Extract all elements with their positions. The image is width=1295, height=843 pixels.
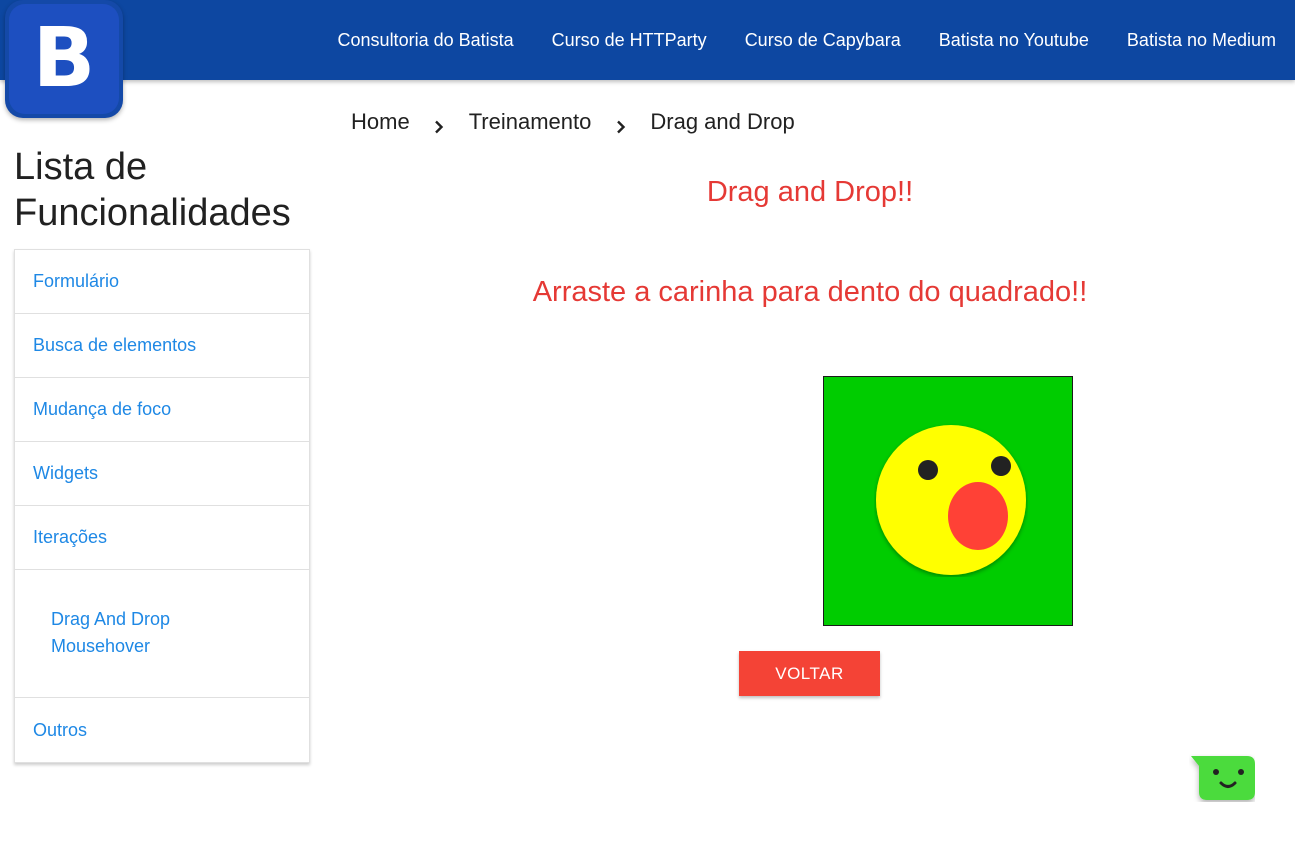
back-button[interactable]: VOLTAR bbox=[739, 651, 880, 696]
sidebar-item-formulario[interactable]: Formulário bbox=[15, 250, 309, 314]
sidebar-item-busca-elementos[interactable]: Busca de elementos bbox=[15, 314, 309, 378]
feature-list: Formulário Busca de elementos Mudança de… bbox=[14, 249, 310, 763]
page-title: Drag and Drop!! bbox=[706, 176, 914, 208]
nav-link-medium[interactable]: Batista no Medium bbox=[1108, 30, 1295, 51]
sidebar-item-iteracoes[interactable]: Iterações bbox=[15, 506, 309, 570]
chat-bot-icon bbox=[1191, 756, 1255, 800]
sidebar-subitem-mousehover[interactable]: Mousehover bbox=[51, 633, 309, 660]
top-navbar: Consultoria do Batista Curso de HTTParty… bbox=[0, 0, 1295, 80]
sidebar-title-line1: Lista de bbox=[14, 146, 148, 188]
sidebar-title: Lista de Funcionalidades bbox=[14, 144, 324, 236]
sidebar-item-outros[interactable]: Outros bbox=[15, 698, 309, 762]
nav-links: Consultoria do Batista Curso de HTTParty… bbox=[319, 0, 1295, 80]
chat-widget-button[interactable] bbox=[1189, 754, 1255, 802]
nav-link-curso-httparty[interactable]: Curso de HTTParty bbox=[533, 30, 726, 51]
breadcrumb-drag-and-drop[interactable]: Drag and Drop bbox=[650, 109, 794, 135]
drop-target-square[interactable] bbox=[823, 376, 1073, 626]
nav-link-curso-capybara[interactable]: Curso de Capybara bbox=[726, 30, 920, 51]
sidebar-item-widgets[interactable]: Widgets bbox=[15, 442, 309, 506]
breadcrumb-treinamento[interactable]: Treinamento bbox=[469, 109, 592, 135]
site-logo[interactable]: B bbox=[5, 0, 123, 118]
breadcrumb: Home Treinamento Drag and Drop bbox=[351, 106, 795, 138]
draggable-smiley-face[interactable] bbox=[874, 423, 1028, 577]
nav-link-youtube[interactable]: Batista no Youtube bbox=[920, 30, 1108, 51]
sidebar-item-mudanca-foco[interactable]: Mudança de foco bbox=[15, 378, 309, 442]
surprised-face-icon bbox=[876, 425, 1026, 575]
chevron-right-icon bbox=[591, 110, 650, 134]
sidebar-title-line2: Funcionalidades bbox=[14, 192, 291, 234]
logo-letter: B bbox=[32, 11, 96, 106]
logo-badge: B bbox=[9, 4, 119, 114]
breadcrumb-home[interactable]: Home bbox=[351, 109, 410, 135]
nav-link-consultoria[interactable]: Consultoria do Batista bbox=[319, 30, 533, 51]
instruction-text: Arraste a carinha para dento do quadrado… bbox=[532, 276, 1088, 308]
sidebar-subitem-drag-and-drop[interactable]: Drag And Drop bbox=[51, 606, 309, 633]
sidebar-submenu-iteracoes: Drag And Drop Mousehover bbox=[15, 570, 309, 698]
chevron-right-icon bbox=[410, 110, 469, 134]
